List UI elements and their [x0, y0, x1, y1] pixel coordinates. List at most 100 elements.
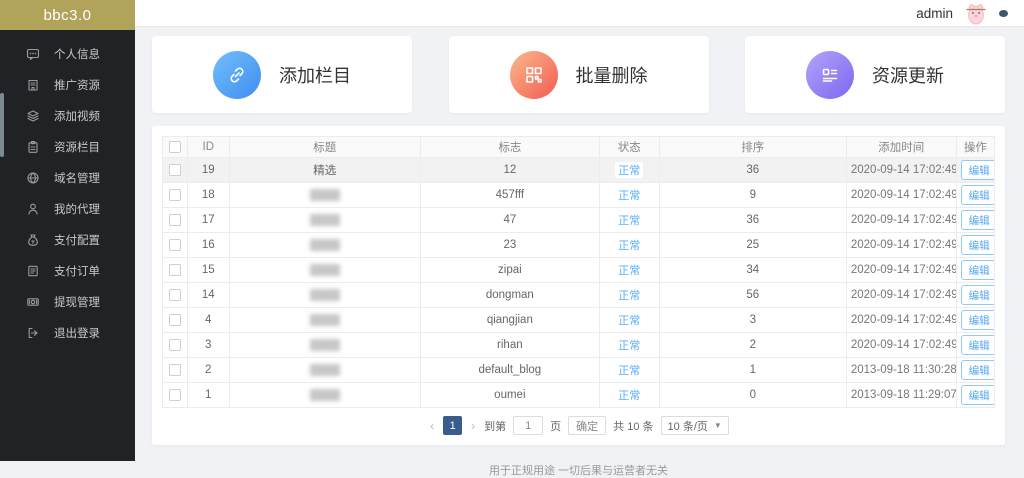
time-cell: 2020-09-14 17:02:49: [846, 158, 956, 183]
sidebar-item-user[interactable]: 我的代理: [0, 193, 135, 224]
list-icon: [806, 51, 854, 99]
status-badge[interactable]: 正常: [615, 212, 643, 228]
column-header: 操作: [956, 137, 994, 158]
flag-cell: default_blog: [420, 358, 599, 383]
row-checkbox[interactable]: [169, 239, 181, 251]
action-cards: 添加栏目 批量删除 资源更新: [152, 36, 1005, 113]
prev-page-button[interactable]: ‹: [428, 419, 436, 433]
edit-button[interactable]: 编辑: [961, 260, 995, 280]
action-card[interactable]: 资源更新: [745, 36, 1005, 113]
sidebar-item-chat[interactable]: 个人信息: [0, 38, 135, 69]
sidebar-item-layers[interactable]: 添加视频: [0, 100, 135, 131]
edit-button[interactable]: 编辑: [961, 385, 995, 405]
time-cell: 2020-09-14 17:02:49: [846, 258, 956, 283]
id-cell: 17: [187, 208, 229, 233]
app-logo: bbc3.0: [0, 0, 135, 30]
masked-title-block: [310, 189, 340, 201]
edit-button[interactable]: 编辑: [961, 360, 995, 380]
sort-cell: 2: [659, 333, 846, 358]
status-badge[interactable]: 正常: [615, 262, 643, 278]
sidebar-scrollbar-thumb[interactable]: [0, 93, 4, 157]
id-cell: 15: [187, 258, 229, 283]
goto-label: 到第: [484, 418, 506, 434]
masked-title-block: [310, 339, 340, 351]
action-cell: 编辑: [956, 183, 994, 208]
next-page-button[interactable]: ›: [469, 419, 477, 433]
status-badge[interactable]: 正常: [615, 337, 643, 353]
action-cell: 编辑: [956, 308, 994, 333]
time-cell: 2020-09-14 17:02:49: [846, 208, 956, 233]
edit-button[interactable]: 编辑: [961, 310, 995, 330]
goto-page-input[interactable]: [513, 416, 543, 435]
user-avatar[interactable]: [963, 0, 989, 26]
row-checkbox[interactable]: [169, 364, 181, 376]
select-all-checkbox[interactable]: [169, 141, 181, 153]
footer-disclaimer: 用于正规用途 一切后果与运营者无关: [152, 445, 1005, 478]
sidebar-item-receipt[interactable]: 支付订单: [0, 255, 135, 286]
row-select-cell: [163, 233, 188, 258]
sidebar-item-cash[interactable]: 提现管理: [0, 286, 135, 317]
sidebar-item-logout[interactable]: 退出登录: [0, 317, 135, 348]
sort-cell: 36: [659, 208, 846, 233]
column-header: ID: [187, 137, 229, 158]
action-card[interactable]: 批量删除: [449, 36, 709, 113]
title-cell: [229, 283, 420, 308]
action-card[interactable]: 添加栏目: [152, 36, 412, 113]
sidebar-item-label: 域名管理: [54, 170, 100, 186]
edit-button[interactable]: 编辑: [961, 160, 995, 180]
status-cell: 正常: [599, 158, 659, 183]
user-menu-dot-icon[interactable]: [999, 10, 1008, 17]
flag-cell: rihan: [420, 333, 599, 358]
masked-title-block: [310, 314, 340, 326]
sidebar-item-moneybag[interactable]: 支付配置: [0, 224, 135, 255]
table-row: 14 dongman 正常 56 2020-09-14 17:02:49 编辑: [163, 283, 995, 308]
status-badge[interactable]: 正常: [615, 162, 643, 178]
row-checkbox[interactable]: [169, 314, 181, 326]
table-row: 16 23 正常 25 2020-09-14 17:02:49 编辑: [163, 233, 995, 258]
main-area: admin 添加栏目: [135, 0, 1024, 461]
sort-cell: 34: [659, 258, 846, 283]
edit-button[interactable]: 编辑: [961, 210, 995, 230]
sidebar-item-building[interactable]: 推广资源: [0, 69, 135, 100]
edit-button[interactable]: 编辑: [961, 335, 995, 355]
row-select-cell: [163, 333, 188, 358]
action-cell: 编辑: [956, 283, 994, 308]
goto-confirm-button[interactable]: 确定: [568, 416, 606, 435]
row-checkbox[interactable]: [169, 289, 181, 301]
sidebar-item-globe[interactable]: 域名管理: [0, 162, 135, 193]
row-checkbox[interactable]: [169, 214, 181, 226]
sidebar-item-clipboard[interactable]: 资源栏目: [0, 131, 135, 162]
chat-icon: [25, 46, 40, 61]
status-badge[interactable]: 正常: [615, 187, 643, 203]
action-cell: 编辑: [956, 383, 994, 408]
username-label: admin: [916, 6, 953, 21]
row-checkbox[interactable]: [169, 264, 181, 276]
id-cell: 4: [187, 308, 229, 333]
status-badge[interactable]: 正常: [615, 237, 643, 253]
row-checkbox[interactable]: [169, 389, 181, 401]
status-cell: 正常: [599, 283, 659, 308]
select-all-header: [163, 137, 188, 158]
cash-icon: [25, 294, 40, 309]
edit-button[interactable]: 编辑: [961, 185, 995, 205]
per-page-select[interactable]: 10 条/页 ▼: [661, 416, 729, 435]
status-cell: 正常: [599, 258, 659, 283]
row-checkbox[interactable]: [169, 164, 181, 176]
page-1-button[interactable]: 1: [443, 416, 462, 435]
row-checkbox[interactable]: [169, 339, 181, 351]
row-checkbox[interactable]: [169, 189, 181, 201]
time-cell: 2020-09-14 17:02:49: [846, 308, 956, 333]
edit-button[interactable]: 编辑: [961, 235, 995, 255]
sidebar-item-label: 资源栏目: [54, 139, 100, 155]
sidebar-item-label: 个人信息: [54, 46, 100, 62]
id-cell: 16: [187, 233, 229, 258]
status-badge[interactable]: 正常: [615, 287, 643, 303]
status-cell: 正常: [599, 333, 659, 358]
edit-button[interactable]: 编辑: [961, 285, 995, 305]
column-header: 添加时间: [846, 137, 956, 158]
sidebar-item-label: 添加视频: [54, 108, 100, 124]
status-badge[interactable]: 正常: [615, 312, 643, 328]
status-badge[interactable]: 正常: [615, 387, 643, 403]
action-cell: 编辑: [956, 333, 994, 358]
status-badge[interactable]: 正常: [615, 362, 643, 378]
